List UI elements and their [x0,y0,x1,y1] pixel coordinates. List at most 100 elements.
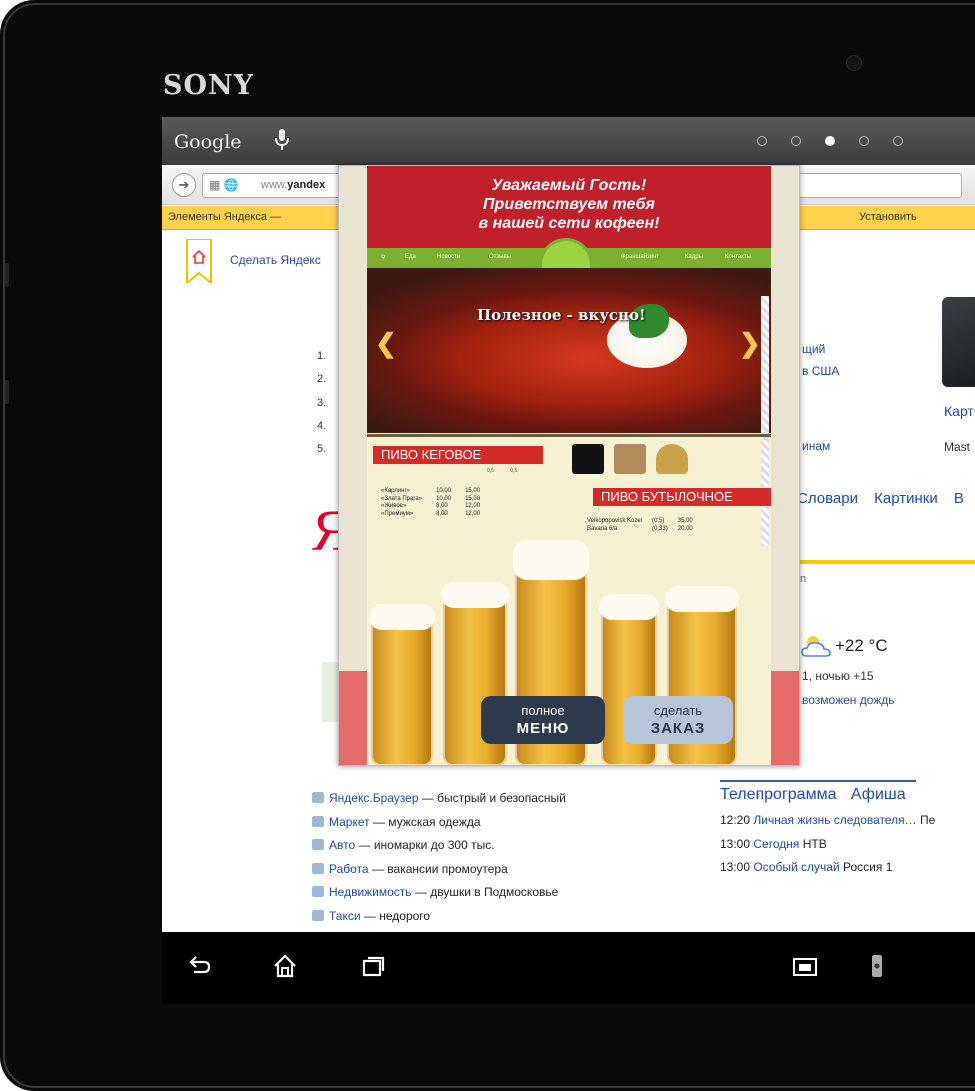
nav-item-franchise[interactable]: Франшайзинг [621,254,659,260]
promo-description: — вакансии промоутера [368,861,508,876]
promo-link[interactable]: Работа [329,862,369,876]
card-ad-title[interactable]: Карт [944,403,974,419]
homescreen-page-indicator [757,136,903,146]
tablet-frame: SONY Google ➔ ▦ 🌐 www.yandex Элементы Ян… [0,0,975,1091]
tv-time: 12:20 [720,813,751,827]
beer-name: «Живое» [381,503,407,509]
region-fragment: n [800,573,807,585]
news-number: 1. [317,350,327,362]
table-row: «Карлинг» 10,00 15,00 [381,488,494,496]
menu-button-line1: полное [521,703,565,718]
google-search-label[interactable]: Google [174,131,242,153]
promo-link[interactable]: Яндекс.Браузер [329,791,419,805]
news-number: 5. [317,443,327,456]
nav-item-food[interactable]: Еда [405,254,416,260]
price: 8,00 [436,510,448,517]
work-icon [312,862,324,874]
slider-image-borscht: Полезное - вкусно! ❮ ❯ [367,268,771,433]
slide-caption: Полезное - вкусно! [477,306,646,324]
card-ad-subtitle: Mast [944,440,971,454]
make-order-button[interactable]: сделать ЗАКАЗ [623,696,733,744]
keg-price-table: «Карлинг» 10,00 15,00 «Злата Прага» 10,00 15… [381,488,494,518]
promo-description: — двушки в Подмосковье [411,885,559,899]
weather-temperature[interactable]: +22 °C [835,636,888,656]
tv-row: 13:00 Особый случай Россия 1 [720,856,935,880]
weather-forecast-link[interactable]: возможен дождь [802,693,895,707]
promo-link[interactable]: Авто [329,838,355,852]
recent-apps-icon[interactable] [358,952,388,980]
volume: (0,33) [652,525,668,532]
tv-row: 12:20 Личная жизнь следователя… Пе [720,809,935,833]
bottle-price-table: Velkopopovisk Kozel (0,5) 35,00 Bavaria 6/… [587,518,703,533]
make-yandex-home-link[interactable]: Сделать Яндекс [230,253,321,267]
greeting-line: Уважаемый Гость! [491,177,647,194]
promo-link[interactable]: Такси [329,909,361,923]
promo-link[interactable]: Недвижимость [329,885,412,899]
service-link-dictionaries[interactable]: Словари [797,490,858,507]
bank-card-image[interactable] [942,297,975,387]
nav-search-icon[interactable]: ⚲ [381,254,385,261]
keg-beer-title: ПИВО КЕГОВОЕ [373,446,543,464]
promo-description: — иномарки до 300 тыс. [355,838,495,852]
news-link-fragment[interactable]: щий [802,342,825,356]
home-icon[interactable] [270,952,300,980]
back-arrow-icon[interactable]: ➔ [172,173,196,197]
list-item: Работа — вакансии промоутера [312,858,566,882]
coffee-shop-popup: Уважаемый Гость! Приветствуем тебя в наш… [338,165,800,766]
tv-show-link[interactable]: Личная жизнь следователя… [753,813,916,827]
news-link-fragment[interactable]: в США [802,364,839,378]
obolon-logo [656,444,688,474]
tv-time: 13:00 [720,836,751,851]
page-dot [757,136,767,146]
tab-afisha[interactable]: Афиша [851,786,906,803]
front-camera [846,55,862,71]
promo-link[interactable]: Маркет [329,815,370,829]
beer-name: Velkopopovisk Kozel [587,518,643,524]
brand-logo: SONY [163,70,254,101]
nav-item-jobs[interactable]: Кадры [685,254,703,260]
tv-channel: Россия 1 [843,860,893,874]
chevron-left-icon[interactable]: ❮ [375,328,397,359]
microphone-icon[interactable] [275,129,289,151]
beer-name: «Злата Прага» [381,495,423,502]
service-link-more[interactable]: В [954,490,964,507]
tab-tv-program[interactable]: Телепрограмма [720,786,836,803]
tv-show-link[interactable]: Особый случай [753,860,839,874]
promo-description: — недорого [360,908,431,923]
nav-item-reviews[interactable]: Отзывы [489,254,511,260]
small-apps-icon[interactable] [790,952,820,980]
nav-item-contacts[interactable]: Контакты [725,254,751,260]
home-bookmark-icon [186,239,212,283]
greeting-line: в нашей сети кофеен! [478,215,660,232]
tv-row: 13:00 Сегодня НТВ [720,833,935,857]
taxi-icon [312,909,324,921]
full-menu-button[interactable]: полное МЕНЮ [481,696,605,744]
greeting-banner: Уважаемый Гость! Приветствуем тебя в наш… [367,166,771,248]
tv-tabs: Телепрограмма Афиша [720,780,916,804]
popup-content: Уважаемый Гость! Приветствуем тебя в наш… [367,166,771,765]
install-button[interactable]: Установить [859,211,917,223]
remote-icon[interactable] [862,952,892,980]
tv-time: 13:00 [720,860,751,874]
tv-show-link[interactable]: Сегодня [753,837,799,851]
price: 8,00 [436,503,448,509]
table-row: Velkopopovisk Kozel (0,5) 35,00 [587,518,703,526]
site-info-icon[interactable]: ▦ 🌐 [209,178,239,192]
car-wheel-icon [312,839,324,850]
popup-scrollbar[interactable] [761,296,769,546]
promo-list: Яндекс.Браузер — быстрый и безопасный Ма… [312,787,566,928]
volume-header: 0,5 0,5 [487,468,518,474]
tv-channel: НТВ [802,836,827,851]
chevron-right-icon[interactable]: ❯ [739,328,761,359]
back-icon[interactable] [184,952,214,980]
service-link-images[interactable]: Картинки [874,490,938,507]
news-link-fragment[interactable]: инам [802,439,830,453]
beer-mug [369,604,435,765]
price: 12,00 [465,510,481,517]
price: 15,00 [465,495,481,502]
partly-cloudy-icon [801,636,831,657]
volume-button [5,263,9,287]
list-item: Такси — недорого [312,905,566,929]
table-row: «Злата Прага» 10,00 15,00 [381,496,494,504]
nav-item-news[interactable]: Новости [437,254,460,260]
